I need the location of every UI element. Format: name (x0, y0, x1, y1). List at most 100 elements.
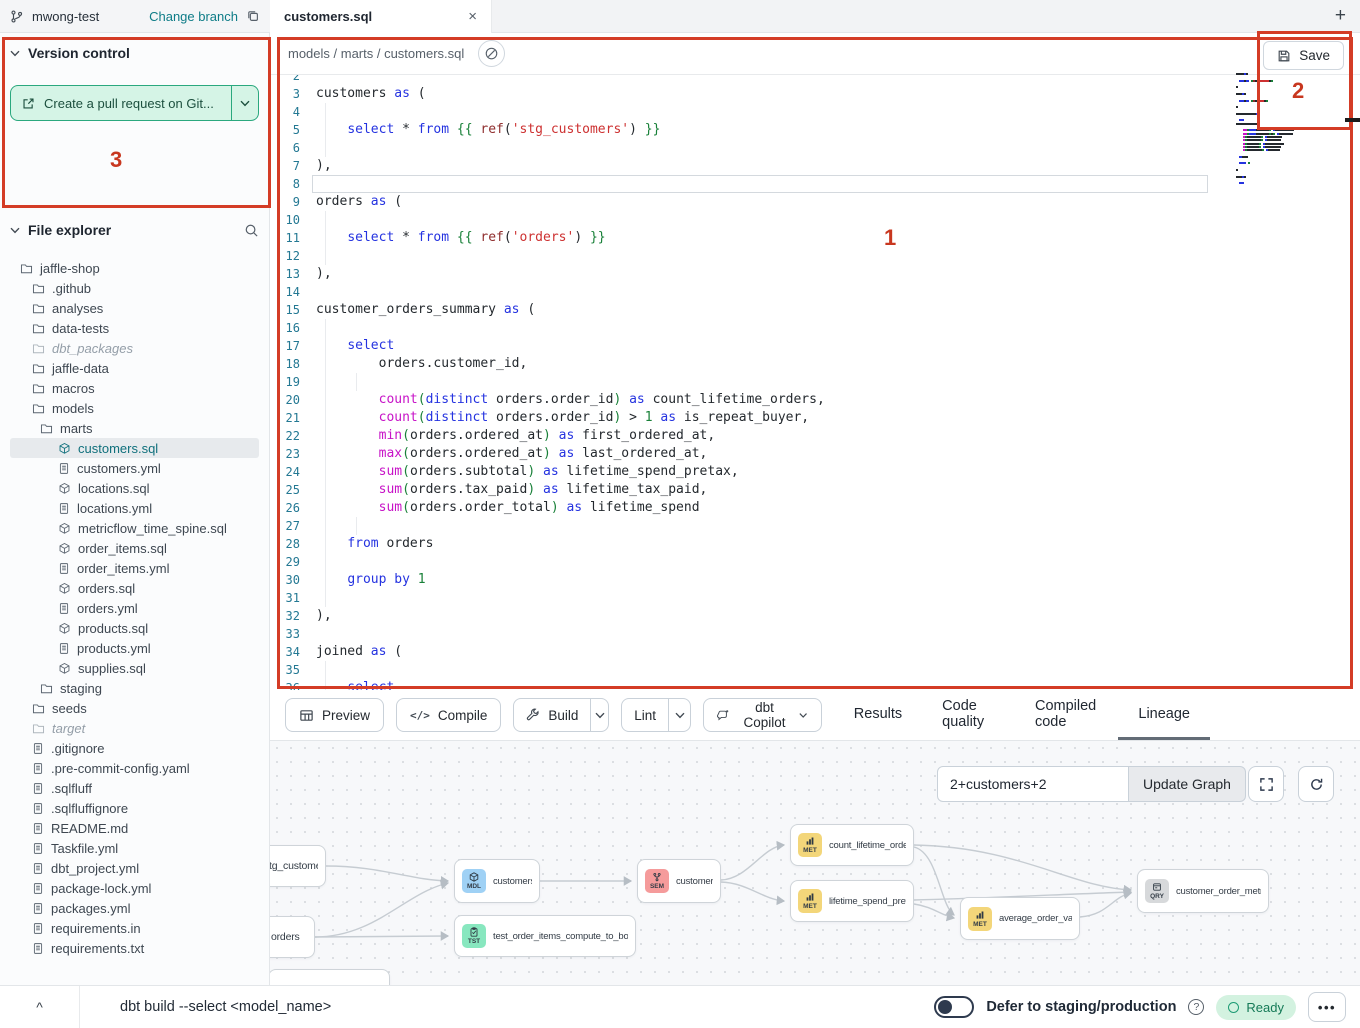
tab-customers-sql[interactable]: customers.sql × (270, 0, 492, 33)
tree-item-data-tests[interactable]: data-tests (10, 318, 259, 338)
compile-button[interactable]: </> Compile (396, 698, 501, 732)
tree-item-locations-yml[interactable]: locations.yml (10, 498, 259, 518)
tree-item--github[interactable]: .github (10, 278, 259, 298)
save-button[interactable]: Save (1263, 41, 1344, 70)
tab-strip: + (492, 0, 1360, 33)
tree-item-requirements-txt[interactable]: requirements.txt (10, 938, 259, 958)
tree-item-label: products.sql (78, 621, 148, 636)
close-icon[interactable]: × (468, 9, 477, 24)
preview-button[interactable]: Preview (285, 698, 384, 732)
tree-item-products-yml[interactable]: products.yml (10, 638, 259, 658)
tree-item-staging[interactable]: staging (10, 678, 259, 698)
file-icon (32, 762, 44, 775)
lineage-selector-input[interactable] (937, 766, 1129, 802)
tree-item-label: order_items.sql (78, 541, 167, 556)
lineage-node-customers[interactable]: MDLcustomers (454, 859, 540, 903)
tree-item-target[interactable]: target (10, 718, 259, 738)
tab-compiled-code[interactable]: Compiled code (1015, 690, 1118, 740)
dbt-docs-icon[interactable] (478, 40, 505, 67)
copy-icon[interactable] (246, 9, 260, 23)
tree-item-macros[interactable]: macros (10, 378, 259, 398)
defer-toggle[interactable] (934, 996, 974, 1018)
tree-item-locations-sql[interactable]: locations.sql (10, 478, 259, 498)
file-icon (32, 802, 44, 815)
new-tab-plus-icon[interactable]: + (1335, 5, 1346, 27)
lineage-node-test-order-items-compute-to-bools-[interactable]: TSTtest_order_items_compute_to_bools... (454, 915, 636, 957)
status-badge[interactable]: Ready (1216, 995, 1296, 1020)
line-number: 27 (278, 517, 316, 535)
tree-item-models[interactable]: models (10, 398, 259, 418)
lineage-node-customers[interactable]: SEMcustomers (637, 859, 721, 903)
fullscreen-button[interactable] (1248, 766, 1284, 802)
tree-item--gitignore[interactable]: .gitignore (10, 738, 259, 758)
tree-item-packages-yml[interactable]: packages.yml (10, 898, 259, 918)
create-pull-request-button[interactable]: Create a pull request on Git... (10, 85, 259, 121)
tree-item-marts[interactable]: marts (10, 418, 259, 438)
tree-item-order-items-yml[interactable]: order_items.yml (10, 558, 259, 578)
tree-item--sqlfluffignore[interactable]: .sqlfluffignore (10, 798, 259, 818)
line-number: 36 (278, 679, 316, 690)
line-number: 14 (278, 283, 316, 301)
more-menu-button[interactable]: ••• (1308, 992, 1346, 1022)
lineage-node-customer-order-metrics[interactable]: QRYcustomer_order_metrics (1137, 869, 1269, 913)
lineage-node-orders[interactable]: orders (270, 916, 315, 958)
lineage-node-lifetime-spend-pretax[interactable]: METlifetime_spend_pretax (790, 880, 914, 922)
code-line-28: 28 from orders (278, 535, 1240, 553)
lineage-node-partial[interactable] (270, 969, 390, 985)
tree-item-orders-sql[interactable]: orders.sql (10, 578, 259, 598)
tree-item-metricflow-time-spine-sql[interactable]: metricflow_time_spine.sql (10, 518, 259, 538)
dbt-copilot-button[interactable]: dbt Copilot (703, 698, 822, 732)
tree-item-order-items-sql[interactable]: order_items.sql (10, 538, 259, 558)
sidebar: Version control Create a pull request on… (0, 33, 270, 985)
change-branch-link[interactable]: Change branch (149, 9, 238, 24)
build-button[interactable]: Build (514, 699, 591, 731)
line-number: 18 (278, 355, 316, 373)
file-explorer-header[interactable]: File explorer (10, 222, 111, 238)
fullscreen-icon (1259, 777, 1274, 792)
tree-item-products-sql[interactable]: products.sql (10, 618, 259, 638)
help-icon[interactable]: ? (1188, 999, 1204, 1015)
lint-dropdown[interactable] (669, 699, 690, 731)
minimap[interactable] (1236, 70, 1324, 185)
tree-item-customers-sql[interactable]: customers.sql (10, 438, 259, 458)
tree-item-label: jaffle-shop (40, 261, 100, 276)
tree-item-dbt-packages[interactable]: dbt_packages (10, 338, 259, 358)
tree-item-label: README.md (51, 821, 128, 836)
build-dropdown[interactable] (591, 699, 608, 731)
lint-button[interactable]: Lint (622, 699, 669, 731)
tree-item-requirements-in[interactable]: requirements.in (10, 918, 259, 938)
tree-item-taskfile-yml[interactable]: Taskfile.yml (10, 838, 259, 858)
file-icon (58, 642, 70, 655)
tab-results[interactable]: Results (834, 690, 922, 740)
node-label: lifetime_spend_pretax (829, 896, 906, 907)
met-badge-icon: MET (968, 907, 992, 931)
folder-icon (32, 342, 45, 355)
tree-item-supplies-sql[interactable]: supplies.sql (10, 658, 259, 678)
update-graph-button[interactable]: Update Graph (1129, 766, 1246, 802)
tree-item-package-lock-yml[interactable]: package-lock.yml (10, 878, 259, 898)
lineage-node-count-lifetime-orders[interactable]: METcount_lifetime_orders (790, 824, 914, 866)
command-input[interactable]: dbt build --select <model_name> (120, 999, 331, 1015)
tree-item-jaffle-shop[interactable]: jaffle-shop (10, 258, 259, 278)
tree-item--pre-commit-config-yaml[interactable]: .pre-commit-config.yaml (10, 758, 259, 778)
refresh-button[interactable] (1298, 766, 1334, 802)
tree-item--sqlfluff[interactable]: .sqlfluff (10, 778, 259, 798)
tree-item-customers-yml[interactable]: customers.yml (10, 458, 259, 478)
tree-item-analyses[interactable]: analyses (10, 298, 259, 318)
code-line-22: 22 min(orders.ordered_at) as first_order… (278, 427, 1240, 445)
lineage-node-average-order-value[interactable]: METaverage_order_value (960, 897, 1080, 940)
tab-code-quality[interactable]: Code quality (922, 690, 1015, 740)
search-icon[interactable] (244, 223, 259, 238)
tree-item-jaffle-data[interactable]: jaffle-data (10, 358, 259, 378)
collapse-chevron-icon[interactable]: ^ (0, 986, 80, 1028)
tree-item-readme-md[interactable]: README.md (10, 818, 259, 838)
file-icon (32, 842, 44, 855)
tab-lineage[interactable]: Lineage (1118, 690, 1210, 740)
code-editor[interactable]: 23customers as (45 select * from {{ ref(… (270, 75, 1240, 690)
tree-item-orders-yml[interactable]: orders.yml (10, 598, 259, 618)
lineage-node-stg-customers[interactable]: stg_customers (270, 845, 326, 887)
tree-item-seeds[interactable]: seeds (10, 698, 259, 718)
version-control-header[interactable]: Version control (10, 45, 259, 61)
pull-request-dropdown[interactable] (231, 86, 258, 120)
tree-item-dbt-project-yml[interactable]: dbt_project.yml (10, 858, 259, 878)
